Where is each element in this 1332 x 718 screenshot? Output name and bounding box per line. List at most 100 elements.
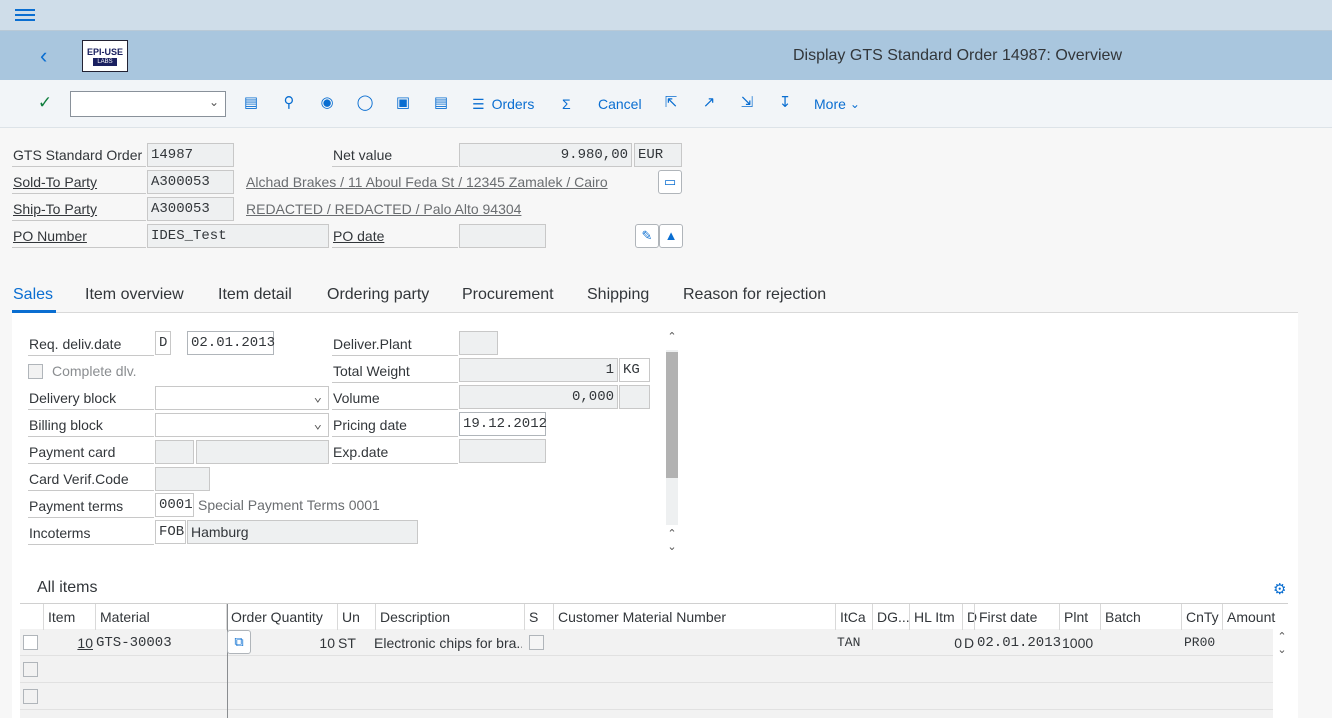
column-header-item[interactable]: Item [43, 604, 75, 630]
tab-item-detail[interactable]: Item detail [218, 286, 292, 304]
ship-to-address-link[interactable]: REDACTED / REDACTED / Palo Alto 94304 [246, 197, 521, 221]
search-icon[interactable]: ⚲ [280, 94, 298, 112]
payment-card-type-field[interactable] [155, 440, 194, 464]
picture-search-icon[interactable]: ▣ [394, 94, 412, 112]
tab-reason-for-rejection[interactable]: Reason for rejection [683, 286, 826, 304]
search-document-icon[interactable]: ◉ [318, 94, 336, 112]
row-select-checkbox[interactable] [23, 689, 38, 704]
ship-to-party-field[interactable]: A300053 [147, 197, 234, 221]
person-icon[interactable]: ◯ [356, 94, 374, 112]
list-document-icon[interactable]: ▤ [432, 94, 450, 112]
req-deliv-type-field[interactable]: D [155, 331, 171, 355]
tab-sales[interactable]: Sales [13, 286, 53, 304]
cell-cnty[interactable]: PR00 [1184, 632, 1215, 654]
table-scroll-up-icon[interactable]: ⌃ ⌄ [1276, 630, 1288, 656]
sum-button[interactable]: Σ [562, 90, 571, 118]
column-header-hl-itm[interactable]: HL Itm [909, 604, 955, 630]
volume-unit-field[interactable] [619, 385, 650, 409]
cell-itca[interactable]: TAN [837, 632, 860, 654]
scrollbar-thumb[interactable] [666, 352, 678, 478]
cell-description[interactable]: Electronic chips for bra... [374, 632, 522, 654]
net-value-field[interactable]: 9.980,00 [459, 143, 632, 167]
back-arrow-icon[interactable]: ‹ [40, 43, 60, 69]
cell-item[interactable]: 10 [43, 632, 93, 654]
cell-un[interactable]: ST [338, 632, 356, 654]
sold-to-party-field[interactable]: A300053 [147, 170, 234, 194]
cell-s-checkbox[interactable] [529, 635, 544, 650]
export-icon[interactable]: ↗ [700, 94, 718, 112]
scroll-down-icon[interactable]: ⌃ ⌄ [666, 527, 678, 553]
tab-procurement[interactable]: Procurement [462, 286, 554, 304]
column-header-cnty[interactable]: CnTy [1181, 604, 1219, 630]
column-header-description[interactable]: Description [375, 604, 450, 630]
pricing-date-label: Pricing date [332, 413, 458, 437]
req-deliv-date-field[interactable]: 02.01.2013 [187, 331, 275, 355]
deliver-plant-field[interactable] [459, 331, 498, 355]
incoterms-place-field[interactable]: Hamburg [187, 520, 418, 544]
column-header-un[interactable]: Un [337, 604, 360, 630]
row-select-checkbox[interactable] [23, 662, 38, 677]
cell-hl-itm[interactable]: 0 [910, 632, 962, 654]
cell-plnt[interactable]: 1000 [1062, 632, 1093, 654]
total-weight-field[interactable]: 1 [459, 358, 618, 382]
sold-to-party-label[interactable]: Sold-To Party [12, 170, 146, 194]
column-header-order-quantity[interactable]: Order Quantity [226, 604, 323, 630]
incoterms-code-field[interactable]: FOB [155, 520, 186, 544]
complete-dlv-checkbox[interactable] [28, 364, 43, 379]
po-number-field[interactable]: IDES_Test [147, 224, 329, 248]
pricing-date-field[interactable]: 19.12.2012 [459, 412, 547, 436]
document-edit-icon[interactable]: ✎ [635, 224, 659, 248]
stamp-icon[interactable]: ▲ [659, 224, 683, 248]
upload-icon[interactable]: ⇱ [662, 94, 680, 112]
chevron-down-icon[interactable]: ⌄ [209, 95, 219, 109]
orders-button[interactable]: ☰ Orders [472, 90, 534, 118]
column-header-material[interactable]: Material [95, 604, 150, 630]
billing-block-select[interactable]: ⌄ [155, 413, 329, 437]
order-number-field[interactable]: 14987 [147, 143, 234, 167]
cancel-button[interactable]: Cancel [598, 90, 642, 118]
tab-item-overview[interactable]: Item overview [85, 286, 184, 304]
column-header-plnt[interactable]: Plnt [1059, 604, 1088, 630]
incoterms-label: Incoterms [28, 521, 154, 545]
exp-date-field[interactable] [459, 439, 546, 463]
column-header-first-date[interactable]: First date [974, 604, 1037, 630]
sold-to-address-link[interactable]: Alchad Brakes / 11 Aboul Feda St / 12345… [246, 170, 608, 194]
cell-material[interactable]: GTS-30003 [96, 632, 172, 654]
delivery-block-select[interactable]: ⌄ [155, 386, 329, 410]
payment-card-number-field[interactable] [196, 440, 329, 464]
checkmark-icon[interactable]: ✓ [36, 94, 54, 112]
copy-icon[interactable]: ▭ [658, 170, 682, 194]
cell-first-date[interactable]: 02.01.2013 [977, 632, 1061, 654]
import-icon[interactable]: ↧ [776, 94, 794, 112]
command-field-combo[interactable]: ⌄ [70, 91, 226, 117]
row-select-checkbox[interactable] [23, 635, 38, 650]
cell-d[interactable]: D [964, 632, 974, 654]
column-header-customer-material-number[interactable]: Customer Material Number [553, 604, 726, 630]
document-icon[interactable]: ▤ [242, 94, 260, 112]
card-verif-code-field[interactable] [155, 467, 210, 491]
column-header-s[interactable]: S [524, 604, 538, 630]
column-header-batch[interactable]: Batch [1100, 604, 1141, 630]
ship-to-party-label[interactable]: Ship-To Party [12, 197, 146, 221]
menu-icon[interactable] [15, 7, 35, 23]
column-header-itca[interactable]: ItCa [835, 604, 866, 630]
po-date-field[interactable] [459, 224, 546, 248]
po-number-label[interactable]: PO Number [12, 224, 146, 248]
column-header-dg[interactable]: DG... [872, 604, 910, 630]
download-icon[interactable]: ⇲ [738, 94, 756, 112]
po-date-label[interactable]: PO date [332, 224, 458, 248]
tab-shipping[interactable]: Shipping [587, 286, 649, 304]
column-header-amount[interactable]: Amount [1222, 604, 1275, 630]
table-row[interactable] [20, 683, 1273, 710]
table-row[interactable] [20, 656, 1273, 683]
more-button[interactable]: More ⌄ [814, 90, 860, 118]
cell-order-quantity[interactable]: 10 [255, 632, 335, 654]
currency-field[interactable]: EUR [634, 143, 682, 167]
settings-icon[interactable]: ⚙ [1273, 580, 1286, 598]
payment-terms-code-field[interactable]: 0001 [155, 493, 194, 517]
table-row[interactable] [20, 710, 1273, 718]
volume-field[interactable]: 0,000 [459, 385, 618, 409]
expand-item-icon[interactable]: ⧉ [227, 630, 251, 654]
weight-unit-field[interactable]: KG [619, 358, 650, 382]
tab-ordering-party[interactable]: Ordering party [327, 286, 429, 304]
